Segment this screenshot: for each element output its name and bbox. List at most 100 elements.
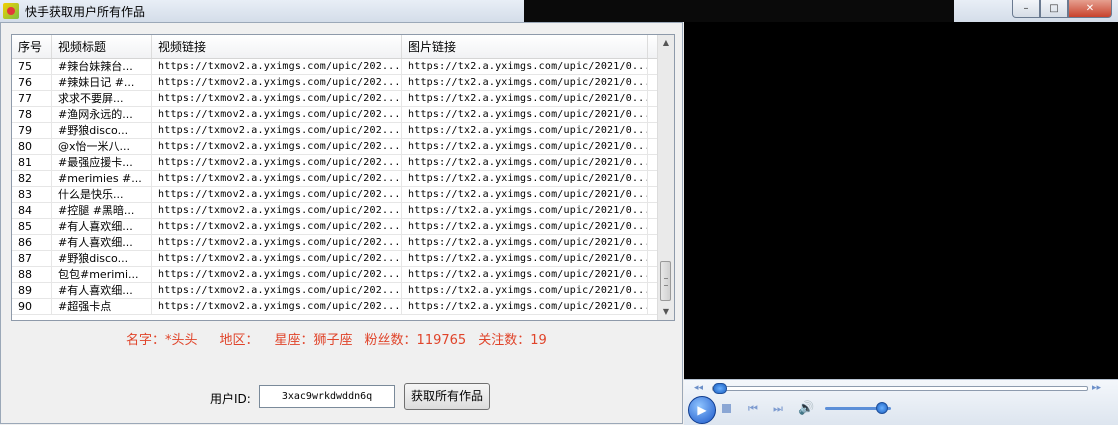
works-list[interactable]: 序号 视频标题 视频链接 图片链接 75 #辣台妹辣台... https://txm… <box>11 34 675 321</box>
cell-index: 78 <box>12 107 52 123</box>
scrollbar-thumb[interactable] <box>660 261 671 301</box>
cell-image-link: https://tx2.a.yximgs.com/upic/2021/0... <box>402 91 648 107</box>
cell-video-link: https://txmov2.a.yximgs.com/upic/202... <box>152 123 402 139</box>
cell-index: 75 <box>12 59 52 75</box>
table-row[interactable]: 81 #最强应援卡... https://txmov2.a.yximgs.com/u… <box>12 155 660 171</box>
user-name: 名字：*头头 <box>126 333 198 348</box>
cell-index: 85 <box>12 219 52 235</box>
list-header: 序号 视频标题 视频链接 图片链接 <box>12 35 660 59</box>
user-constellation: 星座：狮子座 <box>274 333 353 348</box>
volume-knob[interactable] <box>876 402 889 414</box>
cell-index: 83 <box>12 187 52 203</box>
user-region: 地区： <box>219 333 259 348</box>
video-display[interactable] <box>684 22 1118 379</box>
cell-video-link: https://txmov2.a.yximgs.com/upic/202... <box>152 171 402 187</box>
cell-title: #渔网永远的... <box>52 107 152 123</box>
table-row[interactable]: 78 #渔网永远的... https://txmov2.a.yximgs.com/u… <box>12 107 660 123</box>
seek-bar[interactable] <box>712 383 1088 394</box>
cell-video-link: https://txmov2.a.yximgs.com/upic/202... <box>152 283 402 299</box>
cell-video-link: https://txmov2.a.yximgs.com/upic/202... <box>152 219 402 235</box>
cell-video-link: https://txmov2.a.yximgs.com/upic/202... <box>152 139 402 155</box>
table-row[interactable]: 82 #merimies #... https://txmov2.a.yximgs.… <box>12 171 660 187</box>
cell-image-link: https://tx2.a.yximgs.com/upic/2021/0... <box>402 267 648 283</box>
table-row[interactable]: 87 #野狼disco... https://txmov2.a.yximgs.com… <box>12 251 660 267</box>
table-row[interactable]: 76 #辣妹日记 #... https://txmov2.a.yximgs.com/… <box>12 75 660 91</box>
cell-title: #野狼disco... <box>52 251 152 267</box>
table-row[interactable]: 85 #有人喜欢细... https://txmov2.a.yximgs.com/u… <box>12 219 660 235</box>
table-row[interactable]: 86 #有人喜欢细... https://txmov2.a.yximgs.com/u… <box>12 235 660 251</box>
cell-image-link: https://tx2.a.yximgs.com/upic/2021/0... <box>402 203 648 219</box>
cell-video-link: https://txmov2.a.yximgs.com/upic/202... <box>152 299 402 315</box>
fetch-all-works-button[interactable]: 获取所有作品 <box>404 383 490 410</box>
vertical-scrollbar[interactable]: ▲ ▼ <box>657 35 674 320</box>
cell-title: #有人喜欢细... <box>52 283 152 299</box>
uid-input[interactable]: 3xac9wrkdwddn6q <box>259 385 395 408</box>
table-row[interactable]: 84 #控腿 #黑暗... https://txmov2.a.yximgs.com/… <box>12 203 660 219</box>
seek-forward-icon[interactable]: ▸▸ <box>1092 383 1101 393</box>
cell-image-link: https://tx2.a.yximgs.com/upic/2021/0... <box>402 251 648 267</box>
scroll-up-icon[interactable]: ▲ <box>658 35 674 51</box>
cell-index: 89 <box>12 283 52 299</box>
window-title: 快手获取用户所有作品 <box>25 5 146 19</box>
cell-video-link: https://txmov2.a.yximgs.com/upic/202... <box>152 91 402 107</box>
maximize-button[interactable]: □ <box>1040 0 1068 18</box>
window-controls: – □ ✕ <box>1012 0 1112 18</box>
scroll-down-icon[interactable]: ▼ <box>658 304 674 320</box>
cell-image-link: https://tx2.a.yximgs.com/upic/2021/0... <box>402 171 648 187</box>
app-icon <box>3 3 19 19</box>
column-header-image-link[interactable]: 图片链接 <box>402 35 648 58</box>
table-row[interactable]: 77 求求不要屏... https://txmov2.a.yximgs.com/up… <box>12 91 660 107</box>
cell-image-link: https://tx2.a.yximgs.com/upic/2021/0... <box>402 187 648 203</box>
table-row[interactable]: 83 什么是快乐... https://txmov2.a.yximgs.com/up… <box>12 187 660 203</box>
cell-image-link: https://tx2.a.yximgs.com/upic/2021/0... <box>402 219 648 235</box>
cell-video-link: https://txmov2.a.yximgs.com/upic/202... <box>152 59 402 75</box>
table-row[interactable]: 89 #有人喜欢细... https://txmov2.a.yximgs.com/u… <box>12 283 660 299</box>
cell-image-link: https://tx2.a.yximgs.com/upic/2021/0... <box>402 235 648 251</box>
cell-index: 87 <box>12 251 52 267</box>
cell-title: 包包#merimi... <box>52 267 152 283</box>
cell-video-link: https://txmov2.a.yximgs.com/upic/202... <box>152 251 402 267</box>
title-bar: 快手获取用户所有作品 – □ ✕ <box>0 0 1118 22</box>
previous-icon[interactable]: ⏮ <box>748 402 758 416</box>
cell-video-link: https://txmov2.a.yximgs.com/upic/202... <box>152 107 402 123</box>
cell-image-link: https://tx2.a.yximgs.com/upic/2021/0... <box>402 123 648 139</box>
stop-button[interactable] <box>722 404 731 413</box>
cell-index: 76 <box>12 75 52 91</box>
cell-video-link: https://txmov2.a.yximgs.com/upic/202... <box>152 267 402 283</box>
cell-title: 什么是快乐... <box>52 187 152 203</box>
seek-back-icon[interactable]: ◂◂ <box>694 383 703 393</box>
column-header-index[interactable]: 序号 <box>12 35 52 58</box>
seek-knob[interactable] <box>713 383 727 394</box>
cell-video-link: https://txmov2.a.yximgs.com/upic/202... <box>152 235 402 251</box>
cell-title: #有人喜欢细... <box>52 219 152 235</box>
user-follows: 关注数：19 <box>478 333 547 348</box>
user-fans: 粉丝数：119765 <box>364 333 467 348</box>
cell-image-link: https://tx2.a.yximgs.com/upic/2021/0... <box>402 59 648 75</box>
cell-image-link: https://tx2.a.yximgs.com/upic/2021/0... <box>402 139 648 155</box>
cell-index: 79 <box>12 123 52 139</box>
media-player-controls: ◂◂ ▸▸ ▶ ⏮ ⏭ 🔊 <box>684 379 1118 425</box>
table-row[interactable]: 88 包包#merimi... https://txmov2.a.yximgs.co… <box>12 267 660 283</box>
column-header-title[interactable]: 视频标题 <box>52 35 152 58</box>
cell-index: 77 <box>12 91 52 107</box>
video-overlap-region <box>524 0 954 22</box>
user-info-line: 名字：*头头 地区： 星座：狮子座 粉丝数：119765 关注数：19 <box>126 329 547 348</box>
close-button[interactable]: ✕ <box>1068 0 1112 18</box>
volume-icon[interactable]: 🔊 <box>798 401 814 416</box>
column-header-video-link[interactable]: 视频链接 <box>152 35 402 58</box>
table-row[interactable]: 75 #辣台妹辣台... https://txmov2.a.yximgs.com/u… <box>12 59 660 75</box>
cell-image-link: https://tx2.a.yximgs.com/upic/2021/0... <box>402 107 648 123</box>
table-row[interactable]: 80 @x怡一米八... https://txmov2.a.yximgs.com/u… <box>12 139 660 155</box>
cell-title: #merimies #... <box>52 171 152 187</box>
play-button[interactable]: ▶ <box>688 396 716 424</box>
table-row[interactable]: 90 #超强卡点 https://txmov2.a.yximgs.com/upic/… <box>12 299 660 315</box>
cell-title: 求求不要屏... <box>52 91 152 107</box>
next-icon[interactable]: ⏭ <box>773 402 783 416</box>
cell-title: #超强卡点 <box>52 299 152 315</box>
cell-title: #野狼disco... <box>52 123 152 139</box>
minimize-button[interactable]: – <box>1012 0 1040 18</box>
cell-title: #辣台妹辣台... <box>52 59 152 75</box>
table-row[interactable]: 79 #野狼disco... https://txmov2.a.yximgs.com… <box>12 123 660 139</box>
cell-image-link: https://tx2.a.yximgs.com/upic/2021/0... <box>402 299 648 315</box>
cell-video-link: https://txmov2.a.yximgs.com/upic/202... <box>152 187 402 203</box>
